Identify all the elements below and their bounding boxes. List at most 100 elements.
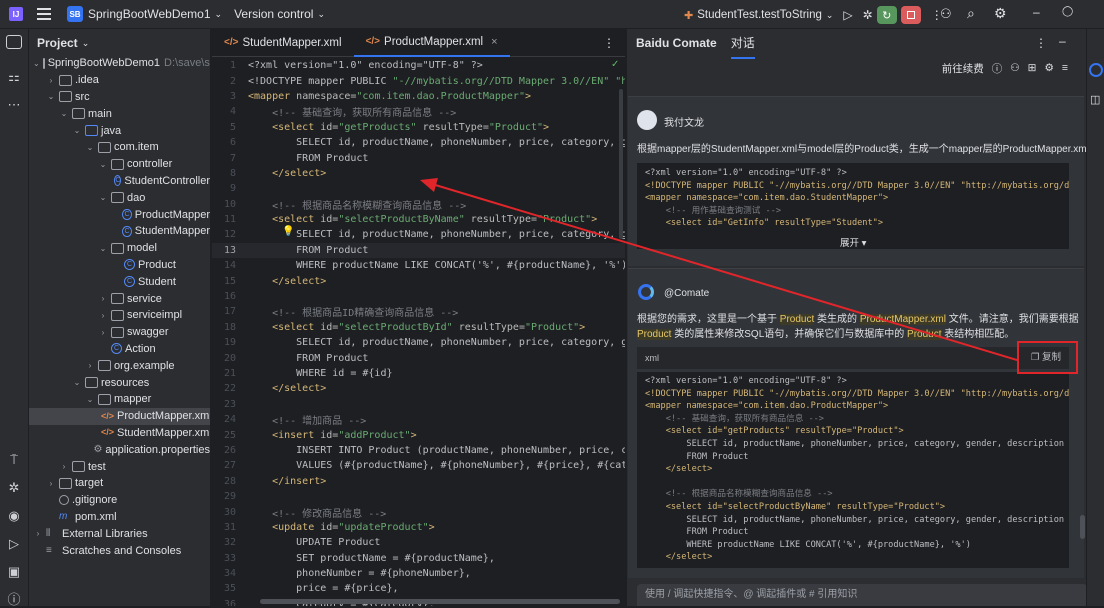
- restore-icon[interactable]: ◯: [1062, 6, 1073, 17]
- code-line[interactable]: 13 FROM Product: [212, 242, 625, 259]
- code-line[interactable]: 27 VALUES (#{productName}, #{phoneNumber…: [212, 458, 625, 473]
- chevron-down-icon[interactable]: ⌄: [46, 92, 56, 101]
- tree-item[interactable]: ⌄ model: [29, 240, 210, 257]
- project-panel-header[interactable]: Project ⌄: [29, 29, 210, 57]
- chat-input[interactable]: 使用 / 调起快捷指令、@ 调起插件或 # 引用知识: [637, 584, 1087, 606]
- code-line[interactable]: 4 <!-- 基础查询，获取所有商品信息 -->: [212, 104, 625, 119]
- code-line[interactable]: 30 <!-- 修改商品信息 -->: [212, 504, 625, 520]
- tree-item[interactable]: ⌄ SpringBootWebDemo1D:\save\stu: [29, 55, 210, 72]
- chevron-down-icon[interactable]: ⌄: [33, 59, 40, 68]
- code-line[interactable]: 19 SELECT id, productName, phoneNumber, …: [212, 335, 625, 350]
- more-icon[interactable]: ⋮: [1035, 36, 1047, 50]
- minimize-panel-icon[interactable]: –: [1059, 34, 1066, 48]
- tree-item[interactable]: ⌄ dao: [29, 189, 210, 206]
- apps-icon[interactable]: ⊞: [1028, 62, 1037, 74]
- tabs-menu-icon[interactable]: ⋮: [603, 36, 615, 50]
- comate-tool-icon[interactable]: [1089, 63, 1103, 77]
- tree-item[interactable]: ⌄ controller: [29, 156, 210, 173]
- project-tool-icon[interactable]: [6, 35, 22, 49]
- code-line[interactable]: 26 INSERT INTO Product (productName, pho…: [212, 443, 625, 458]
- code-line[interactable]: 3 <mapper namespace= "com.item.dao.Product…: [212, 89, 625, 104]
- add-user-icon[interactable]: ⚇: [940, 6, 952, 22]
- debug-icon[interactable]: ✲: [863, 8, 873, 22]
- expand-button[interactable]: 展开 ▾: [840, 235, 866, 249]
- tree-item[interactable]: › .idea: [29, 72, 210, 89]
- code-line[interactable]: 10 <!-- 根据商品名称模糊查询商品信息 -->: [212, 197, 625, 212]
- code-line[interactable]: 34 phoneNumber = #{phoneNumber},: [212, 566, 625, 581]
- tab-dialog[interactable]: 对话: [730, 29, 755, 59]
- close-icon[interactable]: ×: [491, 36, 497, 48]
- search-icon[interactable]: ⌕: [967, 5, 975, 22]
- tree-item[interactable]: C Student: [29, 273, 210, 290]
- services-tool-icon[interactable]: ◉: [6, 508, 22, 524]
- settings-icon[interactable]: ⚙: [1044, 62, 1053, 74]
- editor-vscrollbar[interactable]: [619, 89, 623, 239]
- tree-item[interactable]: C Action: [29, 341, 210, 358]
- tree-item[interactable]: › service: [29, 290, 210, 307]
- code-line[interactable]: 29: [212, 489, 625, 504]
- code-line[interactable]: 33 SET productName = #{productName},: [212, 551, 625, 566]
- chevron-down-icon[interactable]: ⌄: [98, 160, 108, 169]
- chevron-down-icon[interactable]: ⌄: [72, 126, 82, 135]
- code-line[interactable]: 2 <!DOCTYPE mapper PUBLIC "-//mybatis.org…: [212, 73, 625, 88]
- help-icon[interactable]: ⓘ: [992, 61, 1003, 76]
- code-line[interactable]: 1 <?xml version="1.0" encoding="UTF-8" ?>: [212, 58, 625, 73]
- chevron-right-icon[interactable]: ›: [33, 529, 43, 538]
- chevron-down-icon[interactable]: ⌄: [72, 378, 82, 387]
- editor-scrollbar[interactable]: [260, 599, 620, 604]
- bulb-icon[interactable]: 💡: [282, 226, 294, 237]
- chevron-down-icon[interactable]: ⌄: [98, 244, 108, 253]
- code-line[interactable]: 25 <insert id= "addProduct" >: [212, 427, 625, 442]
- run-icon[interactable]: ▷: [843, 8, 852, 22]
- code-line[interactable]: 28 </insert>: [212, 474, 625, 489]
- tree-item[interactable]: ≡ Scratches and Consoles: [29, 542, 210, 559]
- code-line[interactable]: 8 </select>: [212, 166, 625, 181]
- chevron-down-icon[interactable]: ⌄: [85, 143, 95, 152]
- project-selector[interactable]: SpringBootWebDemo1 ⌄: [88, 7, 222, 21]
- chevron-right-icon[interactable]: ›: [85, 361, 95, 370]
- tree-item[interactable]: › ⫴ External Libraries: [29, 525, 210, 542]
- code-line[interactable]: 5 <select id= "getProducts" resultType= "P…: [212, 120, 625, 135]
- tree-item[interactable]: C StudentController: [29, 173, 210, 190]
- chevron-right-icon[interactable]: ›: [98, 328, 108, 337]
- main-menu-icon[interactable]: [37, 8, 51, 20]
- code-line[interactable]: 20 FROM Product: [212, 350, 625, 365]
- chat-scrollbar[interactable]: [1080, 515, 1085, 539]
- chevron-right-icon[interactable]: ›: [98, 294, 108, 303]
- tree-item[interactable]: ⌄ main: [29, 105, 210, 122]
- run-config-selector[interactable]: StudentTest.testToString: [697, 9, 822, 21]
- tree-item[interactable]: ⌄ resources: [29, 374, 210, 391]
- tree-item[interactable]: ⌄ com.item: [29, 139, 210, 156]
- tree-item[interactable]: .gitignore: [29, 492, 210, 509]
- tab-student-mapper[interactable]: </> StudentMapper.xml: [212, 29, 354, 57]
- tree-item[interactable]: ⌄ mapper: [29, 391, 210, 408]
- tree-item[interactable]: › test: [29, 458, 210, 475]
- chevron-right-icon[interactable]: ›: [46, 76, 56, 85]
- chevron-down-icon[interactable]: ⌄: [85, 395, 95, 404]
- tree-item[interactable]: ⌄ src: [29, 89, 210, 106]
- terminal-tool-icon[interactable]: ▣: [6, 564, 22, 580]
- notifications-icon[interactable]: ◫: [1090, 93, 1100, 106]
- code-area[interactable]: 1 <?xml version="1.0" encoding="UTF-8" ?>…: [212, 58, 625, 606]
- code-line[interactable]: 24 <!-- 增加商品 -->: [212, 412, 625, 427]
- code-line[interactable]: 18 <select id= "selectProductById" result…: [212, 320, 625, 335]
- debug-tool-icon[interactable]: ✲: [6, 480, 22, 496]
- code-line[interactable]: 12 SELECT id, productName, phoneNumber, …: [212, 227, 625, 242]
- renew-link[interactable]: 前往续费: [942, 61, 984, 76]
- code-line[interactable]: 7 FROM Product: [212, 150, 625, 165]
- stop-button[interactable]: [900, 6, 921, 24]
- tab-product-mapper[interactable]: </> ProductMapper.xml ×: [353, 29, 510, 57]
- tree-item[interactable]: C ProductMapper: [29, 206, 210, 223]
- code-line[interactable]: 11 <select id= "selectProductByName" resu…: [212, 212, 625, 227]
- code-line[interactable]: 32 UPDATE Product: [212, 535, 625, 550]
- build-tool-icon[interactable]: ⍑: [6, 452, 22, 468]
- tree-item[interactable]: › org.example: [29, 357, 210, 374]
- tree-item[interactable]: › serviceimpl: [29, 307, 210, 324]
- code-line[interactable]: 14 WHERE productName LIKE CONCAT('%', #{…: [212, 258, 625, 273]
- chevron-right-icon[interactable]: ›: [59, 462, 69, 471]
- run-tool-icon[interactable]: ▷: [6, 536, 22, 552]
- code-line[interactable]: 31 <update id= "updateProduct" >: [212, 520, 625, 535]
- code-line[interactable]: 23: [212, 397, 625, 412]
- minimize-icon[interactable]: –: [1033, 5, 1040, 19]
- tree-item[interactable]: m pom.xml: [29, 509, 210, 526]
